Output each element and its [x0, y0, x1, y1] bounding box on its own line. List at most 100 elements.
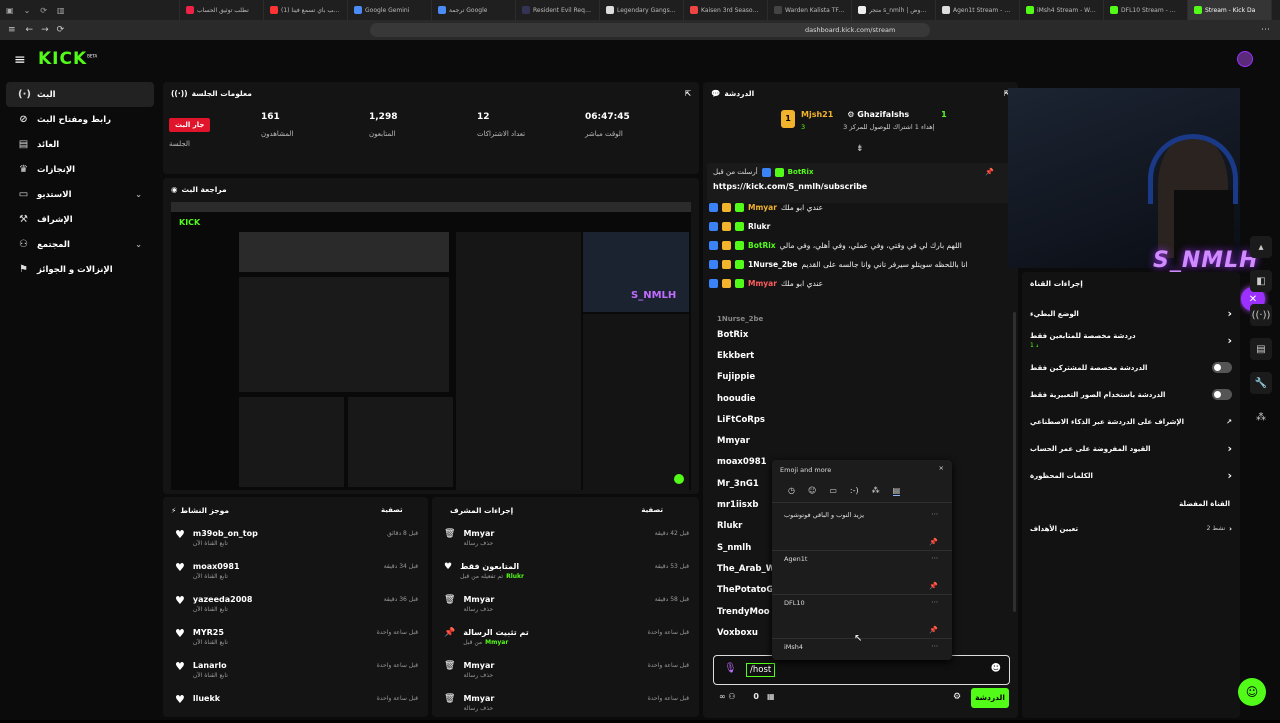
back-icon[interactable]: ≡: [8, 25, 16, 35]
more-icon[interactable]: ⋯: [932, 510, 939, 518]
activity-item[interactable]: ♥ MYR25 تابع القناة الآن قبل ساعة واحدة: [163, 624, 428, 657]
mod-action-title[interactable]: Mmyar: [463, 661, 494, 670]
kaomoji-icon[interactable]: :-): [850, 486, 859, 496]
chat-user-item[interactable]: Ekkbert: [703, 345, 1003, 366]
store-icon[interactable]: ▦: [767, 692, 775, 701]
mod-action-item[interactable]: 🗑 Mmyar حذف رسالة قبل ساعة واحدة: [432, 690, 699, 723]
activity-filter[interactable]: تصفية: [381, 506, 403, 514]
channel-setting-row[interactable]: القيود المفروضة على عمر الحساب ›: [1022, 435, 1240, 462]
wrench-icon[interactable]: 🔧: [1250, 372, 1272, 394]
sidebar-item[interactable]: ⚇ المجتمع ⌄: [6, 232, 154, 257]
pin-icon[interactable]: 📌: [929, 626, 938, 634]
collapse-icon[interactable]: ⇟: [856, 144, 864, 154]
kick-logo[interactable]: KICKBETA: [38, 49, 97, 69]
more-icon[interactable]: ⋯: [932, 554, 939, 562]
clipboard-icon[interactable]: ▤: [892, 486, 901, 496]
activity-item[interactable]: ♥ lluekk قبل ساعة واحدة: [163, 690, 428, 723]
chat-message[interactable]: عندي ابو ملك Mmyar: [709, 274, 1009, 293]
twitch-tool-icon[interactable]: ◧: [1250, 270, 1272, 292]
chat-message[interactable]: اللهم بارك لي في وقتي، وفي عملي، وفي أهل…: [709, 236, 1009, 255]
browser-tab[interactable]: iMsh4 Stream - Watch L: [1020, 0, 1104, 20]
chat-user-item[interactable]: hooudie: [703, 388, 1003, 409]
activity-item[interactable]: ♥ moax0981 تابع القناة الآن قبل 34 دقيقة: [163, 558, 428, 591]
browser-nav-icons[interactable]: ▣ ⌄ ⟳ ▥: [0, 0, 180, 20]
activity-user[interactable]: Lanarlo: [193, 661, 228, 670]
activity-item[interactable]: ♥ yazeeda2008 تابع القناة الآن قبل 36 دقيقة: [163, 591, 428, 624]
forward-arrow-icon[interactable]: →: [41, 25, 49, 35]
mod-action-title[interactable]: تم تثبيت الرسالة: [463, 628, 529, 637]
smiley-icon[interactable]: ☺: [808, 486, 816, 496]
browser-tab[interactable]: Warden Kalista TFT Com: [768, 0, 852, 20]
toggle-switch[interactable]: [1212, 362, 1232, 373]
sidebar-item[interactable]: ⊘ رابط ومفتاح البث: [6, 107, 154, 132]
mod-action-by[interactable]: Mmyar: [485, 639, 508, 646]
mod-action-title[interactable]: Mmyar: [463, 595, 494, 604]
chat-input[interactable]: /host: [746, 663, 776, 677]
channel-setting-row[interactable]: الوضع البطيء ›: [1022, 300, 1240, 327]
mod-action-by[interactable]: Rlukr: [506, 573, 524, 580]
pinned-message[interactable]: أرسلت من قبل BotRix 📌 https://kick.com/S…: [707, 163, 1012, 203]
browser-tab[interactable]: Kaisen 3rd Season انمي: [684, 0, 768, 20]
top-gifter-name[interactable]: Mjsh21: [801, 110, 833, 119]
emoji-close-icon[interactable]: ×: [939, 464, 944, 472]
clipboard-item[interactable]: يزيد النوب و الباقي فوتوشوب ⋯ 📌: [772, 507, 952, 551]
sidebar-item[interactable]: ♛ الإنجازات: [6, 157, 154, 182]
address-bar[interactable]: dashboard.kick.com/stream: [370, 23, 930, 37]
pin-icon[interactable]: 📌: [985, 168, 994, 177]
back-arrow-icon[interactable]: ←: [26, 25, 34, 35]
activity-user[interactable]: MYR25: [193, 628, 228, 637]
chat-username[interactable]: Rlukr: [748, 222, 770, 231]
browser-tab[interactable]: تطلب توثيق الحساب: [180, 0, 264, 20]
record-icon[interactable]: ((·)): [1250, 304, 1272, 326]
avatar[interactable]: [1237, 51, 1253, 67]
goal-user-name[interactable]: ⚙ Ghazifalshs: [847, 110, 909, 119]
activity-user[interactable]: moax0981: [193, 562, 240, 571]
chat-username[interactable]: 1Nurse_2be: [748, 260, 798, 269]
chat-username[interactable]: Mmyar: [748, 203, 777, 212]
chat-user-item[interactable]: BotRix: [703, 324, 1003, 345]
clipboard-item[interactable]: Agen1t ⋯ 📌: [772, 551, 952, 595]
sidebar-item[interactable]: ▤ العائد: [6, 132, 154, 157]
chat-user-item[interactable]: LiFtCoRps: [703, 409, 1003, 430]
chat-username[interactable]: BotRix: [748, 241, 776, 250]
chat-send-button[interactable]: الدردشة: [971, 688, 1009, 708]
chat-user-item[interactable]: Fujippie: [703, 367, 1003, 388]
activity-item[interactable]: ♥ m39ob_on_top تابع القناة الآن قبل 8 دقائق: [163, 525, 428, 558]
support-chat-icon[interactable]: ☺: [1238, 678, 1266, 706]
more-icon[interactable]: ⋯: [932, 642, 939, 650]
hamburger-icon[interactable]: ≡: [14, 52, 26, 68]
gif-icon[interactable]: ▭: [829, 486, 837, 496]
window-icon[interactable]: ▣: [6, 6, 14, 15]
emoji-icon[interactable]: ☻: [991, 663, 1001, 674]
tab-search-icon[interactable]: ⌄: [24, 6, 31, 15]
mod-action-item[interactable]: 🗑 Mmyar حذف رسالة قبل ساعة واحدة: [432, 657, 699, 690]
refresh-icon[interactable]: ⟳: [57, 25, 65, 35]
pinned-user[interactable]: BotRix: [788, 168, 814, 177]
pinned-link[interactable]: https://kick.com/S_nmlh/subscribe: [713, 182, 1006, 191]
layout-icon[interactable]: ▤: [1250, 338, 1272, 360]
modactions-filter[interactable]: تصفية: [641, 506, 663, 514]
browser-tab[interactable]: Stream - Kick Da: [1188, 0, 1272, 20]
external-link-icon[interactable]: ↗: [1226, 418, 1232, 426]
more-icon[interactable]: ⋯: [932, 598, 939, 606]
chat-settings-icon[interactable]: ⚙: [953, 692, 961, 702]
viewers-icon[interactable]: ∞ ⚇: [719, 692, 735, 701]
toggle-switch[interactable]: [1212, 389, 1232, 400]
sidebar-item[interactable]: ⚒ الإشراف: [6, 207, 154, 232]
browser-tab[interactable]: DFL10 Stream - Watch L: [1104, 0, 1188, 20]
browser-tab[interactable]: Agen1t Stream - Watch: [936, 0, 1020, 20]
pin-icon[interactable]: 📌: [929, 538, 938, 546]
chat-scrollbar[interactable]: [1013, 312, 1016, 612]
browser-tab[interactable]: ترجمة Google: [432, 0, 516, 20]
channel-setting-row[interactable]: الدردشة مخصصة للمشتركين فقط: [1022, 354, 1240, 381]
browser-tab[interactable]: Google Gemini: [348, 0, 432, 20]
sidebar-item[interactable]: ▭ الاستديو ⌄: [6, 182, 154, 207]
mod-action-item[interactable]: ♥ المتابعون فقط تم تفعيله من قبل Rlukr قبل 5…: [432, 558, 699, 591]
activity-user[interactable]: m39ob_on_top: [193, 529, 258, 538]
history-icon[interactable]: ◷: [788, 486, 795, 496]
scroll-top-icon[interactable]: ▴: [1250, 236, 1272, 258]
mod-action-item[interactable]: 🗑 Mmyar حذف رسالة قبل 58 دقيقة: [432, 591, 699, 624]
pin-icon[interactable]: 📌: [929, 582, 938, 590]
collections-icon[interactable]: ▥: [57, 6, 65, 15]
goals-row[interactable]: تعيين الأهداف نشط 2 ›: [1022, 515, 1240, 542]
